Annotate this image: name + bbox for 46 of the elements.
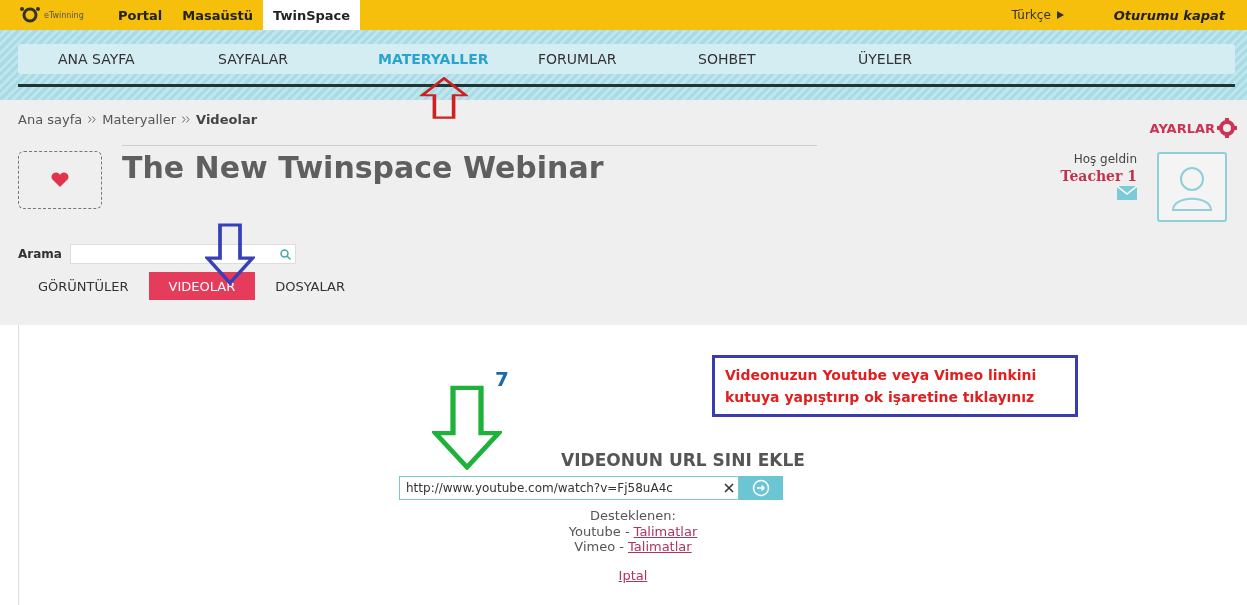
search-label: Arama [18,247,62,261]
step-number: 7 [495,367,509,391]
double-chevron-icon [182,116,191,123]
form-heading: VIDEONUN URL SINI EKLE [561,450,805,470]
language-link[interactable]: Türkçe [1011,8,1051,22]
instructions-link[interactable]: Talimatlar [628,539,692,554]
triangle-icon [1056,11,1064,19]
instructions-link[interactable]: Talimatlar [633,524,698,539]
nav-item[interactable]: FORUMLAR [538,51,698,67]
breadcrumb-link[interactable]: Materyaller [102,112,177,127]
media-tab[interactable]: DOSYALAR [255,272,365,300]
search-field[interactable] [69,244,296,264]
user-name[interactable]: Teacher 1 [1060,168,1137,184]
project-title: The New Twinspace Webinar [122,149,605,185]
nav-item[interactable]: SAYFALAR [218,51,378,67]
media-tab[interactable]: GÖRÜNTÜLER [18,272,149,300]
media-tab[interactable]: VIDEOLAR [148,272,256,300]
nav-item[interactable]: ÜYELER [858,51,1018,67]
url-field[interactable]: http://www.youtube.com/watch?v=Fj58uA4c [399,476,739,500]
arrow-circle-icon [752,479,770,497]
gear-icon [1217,118,1237,138]
up-arrow [420,77,468,119]
top-tab[interactable]: Masaüstü [172,0,263,30]
supported-label: Desteklenen: [590,508,676,524]
clear-icon[interactable] [724,483,734,493]
cancel-link[interactable]: Iptal [618,568,648,583]
search-icon [279,248,291,260]
double-chevron-icon [88,116,97,123]
callout-note: Videonuzun Youtube veya Vimeo linkini kutuya yapıştırıp ok işaretine tıklayınız [712,355,1078,417]
logout-link[interactable]: Oturumu kapat [1113,0,1225,30]
submit-button[interactable] [739,476,783,500]
settings-link[interactable]: AYARLAR [1149,118,1237,138]
logo-icon [18,5,42,25]
welcome-text: Hoş geldin [1073,152,1137,166]
source-name: Youtube - [568,524,630,539]
top-tab[interactable]: TwinSpace [263,0,361,30]
nav-item[interactable]: SOHBET [698,51,858,67]
source-name: Vimeo - [574,539,624,554]
nav-item[interactable]: ANA SAYFA [58,51,218,67]
breadcrumb-current: Videolar [196,112,258,127]
envelope-icon[interactable] [1117,186,1137,200]
breadcrumb-link[interactable]: Ana sayfa [18,112,83,127]
top-tab[interactable]: Portal [108,0,173,30]
logo-text: eTwinning [44,10,84,20]
heart-icon [51,172,69,188]
avatar[interactable] [1157,152,1227,222]
